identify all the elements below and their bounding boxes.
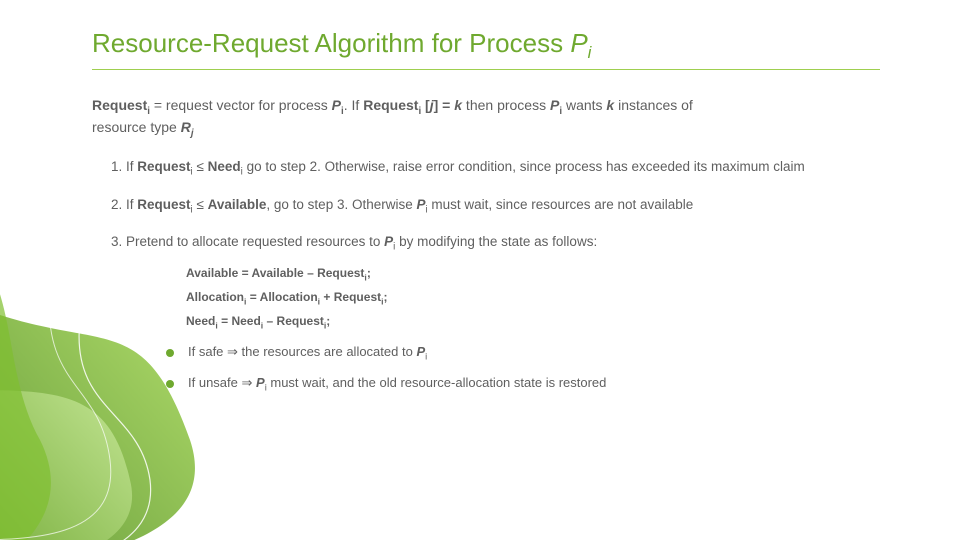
t: ;: [384, 290, 388, 304]
intro-seg: k: [454, 97, 462, 113]
title-underline: [92, 69, 880, 70]
t: by modifying the state as follows:: [395, 234, 597, 249]
t: If: [126, 159, 137, 174]
slide-title: Resource-Request Algorithm for Process P…: [92, 28, 880, 63]
intro-sub: j: [191, 128, 194, 139]
t: Request: [137, 159, 190, 174]
steps-list: If Requesti ≤ Needi go to step 2. Otherw…: [112, 158, 846, 395]
t: i: [425, 352, 427, 362]
intro-seg: R: [181, 119, 191, 135]
t: Request: [317, 266, 364, 280]
arrow-icon: ⇒: [227, 344, 238, 359]
t: Allocation: [260, 290, 318, 304]
step-2: If Requesti ≤ Available, go to step 3. O…: [126, 196, 846, 217]
mod-line-1: Available = Available – Requesti;: [186, 262, 846, 286]
t: go to step 2. Otherwise, raise error con…: [243, 159, 805, 174]
t: Request: [137, 197, 190, 212]
t: =: [238, 266, 251, 280]
t: Allocation: [186, 290, 244, 304]
t: =: [218, 314, 232, 328]
le-symbol: ≤: [193, 159, 208, 174]
intro-paragraph: Requesti = request vector for process Pi…: [92, 96, 712, 140]
t: –: [304, 266, 317, 280]
t: Request: [277, 314, 324, 328]
t: must wait, and the old resource-allocati…: [267, 375, 607, 390]
intro-seg: Request: [363, 97, 418, 113]
t: Pretend to allocate requested resources …: [126, 234, 384, 249]
t: P: [416, 197, 425, 212]
t: –: [263, 314, 276, 328]
intro-seg: = request vector for process: [150, 97, 332, 113]
t: +: [320, 290, 334, 304]
intro-seg: P: [332, 97, 341, 113]
mod-line-3: Needi = Needi – Requesti;: [186, 310, 846, 334]
bullet-safe: If safe ⇒ the resources are allocated to…: [166, 343, 846, 364]
slide-content: Resource-Request Algorithm for Process P…: [92, 28, 880, 411]
t: ;: [326, 314, 330, 328]
t: must wait, since resources are not avail…: [428, 197, 694, 212]
t: =: [246, 290, 259, 304]
title-symbol: P: [570, 28, 587, 58]
outcome-bullets: If safe ⇒ the resources are allocated to…: [166, 343, 846, 394]
intro-seg: wants: [562, 97, 606, 113]
t: , go to step 3. Otherwise: [266, 197, 416, 212]
t: If safe: [188, 344, 227, 359]
intro-seg: then process: [462, 97, 550, 113]
state-modifications: Available = Available – Requesti; Alloca…: [186, 262, 846, 333]
intro-seg: [: [421, 97, 430, 113]
title-text: Resource-Request Algorithm for Process: [92, 28, 570, 58]
arrow-icon: ⇒: [241, 375, 252, 390]
t: the resources are allocated to: [238, 344, 417, 359]
mod-line-2: Allocationi = Allocationi + Requesti;: [186, 286, 846, 310]
le-symbol: ≤: [193, 197, 208, 212]
t: Need: [186, 314, 215, 328]
t: Need: [231, 314, 260, 328]
t: P: [256, 375, 265, 390]
intro-seg: P: [550, 97, 559, 113]
intro-seg: ] =: [434, 97, 455, 113]
bullet-unsafe: If unsafe ⇒ Pi must wait, and the old re…: [166, 374, 846, 395]
t: If unsafe: [188, 375, 241, 390]
t: P: [416, 344, 425, 359]
title-subscript: i: [588, 43, 592, 62]
t: Request: [334, 290, 381, 304]
t: If: [126, 197, 137, 212]
t: Need: [208, 159, 241, 174]
t: Available: [186, 266, 238, 280]
step-3: Pretend to allocate requested resources …: [126, 233, 846, 395]
step-1: If Requesti ≤ Needi go to step 2. Otherw…: [126, 158, 846, 179]
intro-seg: Request: [92, 97, 147, 113]
t: Available: [208, 197, 267, 212]
t: P: [384, 234, 393, 249]
intro-seg: . If: [344, 97, 363, 113]
t: Available: [251, 266, 303, 280]
t: ;: [367, 266, 371, 280]
